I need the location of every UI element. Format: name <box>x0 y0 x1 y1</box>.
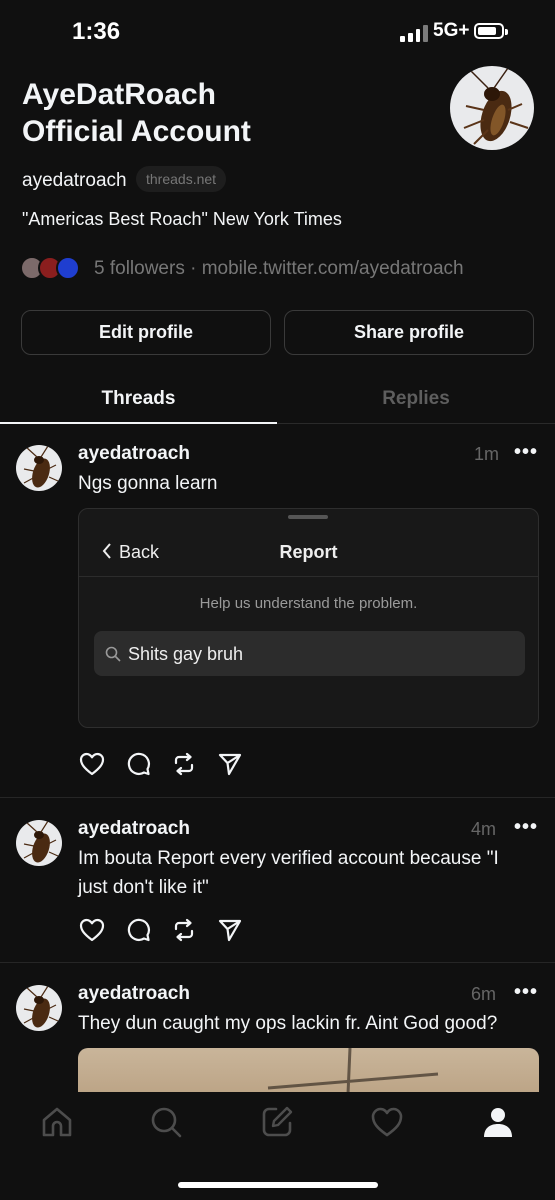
home-indicator <box>178 1182 378 1188</box>
report-search-value: Shits gay bruh <box>128 644 244 664</box>
profile-name: AyeDatRoach Official Account <box>22 76 402 150</box>
profile-name-line1: AyeDatRoach <box>22 78 216 111</box>
post-username[interactable]: ayedatroach <box>78 818 190 840</box>
profile-avatar[interactable] <box>450 66 534 150</box>
post-timestamp: 4m <box>471 819 497 839</box>
embedded-screenshot[interactable]: Report Back Help us understand the probl… <box>78 508 539 728</box>
post-text: They dun caught my ops lackin fr. Aint G… <box>78 1013 498 1034</box>
post-actions <box>78 916 244 944</box>
status-time: 1:36 <box>72 18 121 45</box>
active-tab-indicator <box>0 422 277 424</box>
search-icon <box>105 646 121 662</box>
cockroach-avatar-icon <box>463 67 529 145</box>
tab-threads[interactable]: Threads <box>0 375 277 423</box>
post-divider <box>0 962 555 963</box>
report-search-field: Shits gay bruh <box>94 631 525 676</box>
battery-icon <box>474 23 508 39</box>
followers-count[interactable]: 5 followers <box>94 258 185 279</box>
cockroach-avatar-icon <box>23 985 59 1028</box>
more-options-icon[interactable]: ••• <box>514 441 538 464</box>
share-profile-button[interactable]: Share profile <box>284 310 534 355</box>
post-avatar[interactable] <box>16 985 62 1031</box>
network-label: 5G+ <box>433 20 470 41</box>
post-avatar[interactable] <box>16 445 62 491</box>
share-icon[interactable] <box>216 916 244 944</box>
sheet-grabber <box>288 515 328 519</box>
cockroach-avatar-icon <box>23 820 59 863</box>
tab-replies[interactable]: Replies <box>277 375 555 423</box>
share-icon[interactable] <box>216 750 244 778</box>
follower-avatars[interactable] <box>20 256 84 280</box>
post-username[interactable]: ayedatroach <box>78 983 190 1005</box>
post-avatar[interactable] <box>16 820 62 866</box>
post-divider <box>0 797 555 798</box>
sheet-divider <box>79 576 538 577</box>
report-help-text: Help us understand the problem. <box>199 595 418 612</box>
post-text: Im bouta Report every verified account b… <box>78 848 499 898</box>
more-options-icon[interactable]: ••• <box>514 816 538 839</box>
post-actions <box>78 750 244 778</box>
compose-icon[interactable] <box>259 1104 295 1140</box>
comment-icon[interactable] <box>124 750 152 778</box>
back-button: Back <box>101 542 159 563</box>
profile-bio: "Americas Best Roach" New York Times <box>22 209 342 229</box>
post-username[interactable]: ayedatroach <box>78 443 190 465</box>
post-timestamp: 6m <box>471 984 497 1004</box>
post-text: Ngs gonna learn <box>78 473 218 494</box>
profile-icon[interactable] <box>480 1104 516 1140</box>
external-link[interactable]: mobile.twitter.com/ayedatroach <box>202 258 464 279</box>
domain-badge[interactable]: threads.net <box>136 166 227 192</box>
edit-profile-button[interactable]: Edit profile <box>21 310 271 355</box>
repost-icon[interactable] <box>170 916 198 944</box>
home-icon[interactable] <box>39 1104 75 1140</box>
activity-heart-icon[interactable] <box>369 1104 405 1140</box>
chevron-left-icon <box>102 543 111 559</box>
back-label: Back <box>119 542 160 562</box>
heart-icon[interactable] <box>78 750 106 778</box>
cockroach-avatar-icon <box>23 445 59 488</box>
post-timestamp: 1m <box>474 444 500 464</box>
signal-icon <box>400 24 428 42</box>
follower-avatar <box>56 256 80 280</box>
profile-name-line2: Official Account <box>22 115 251 148</box>
search-icon[interactable] <box>148 1104 184 1140</box>
repost-icon[interactable] <box>170 750 198 778</box>
profile-handle: ayedatroach <box>22 170 127 191</box>
followers-link-row[interactable]: 5 followers · mobile.twitter.com/ayedatr… <box>94 258 464 280</box>
comment-icon[interactable] <box>124 916 152 944</box>
heart-icon[interactable] <box>78 916 106 944</box>
more-options-icon[interactable]: ••• <box>514 981 538 1004</box>
separator-dot: · <box>190 258 197 279</box>
